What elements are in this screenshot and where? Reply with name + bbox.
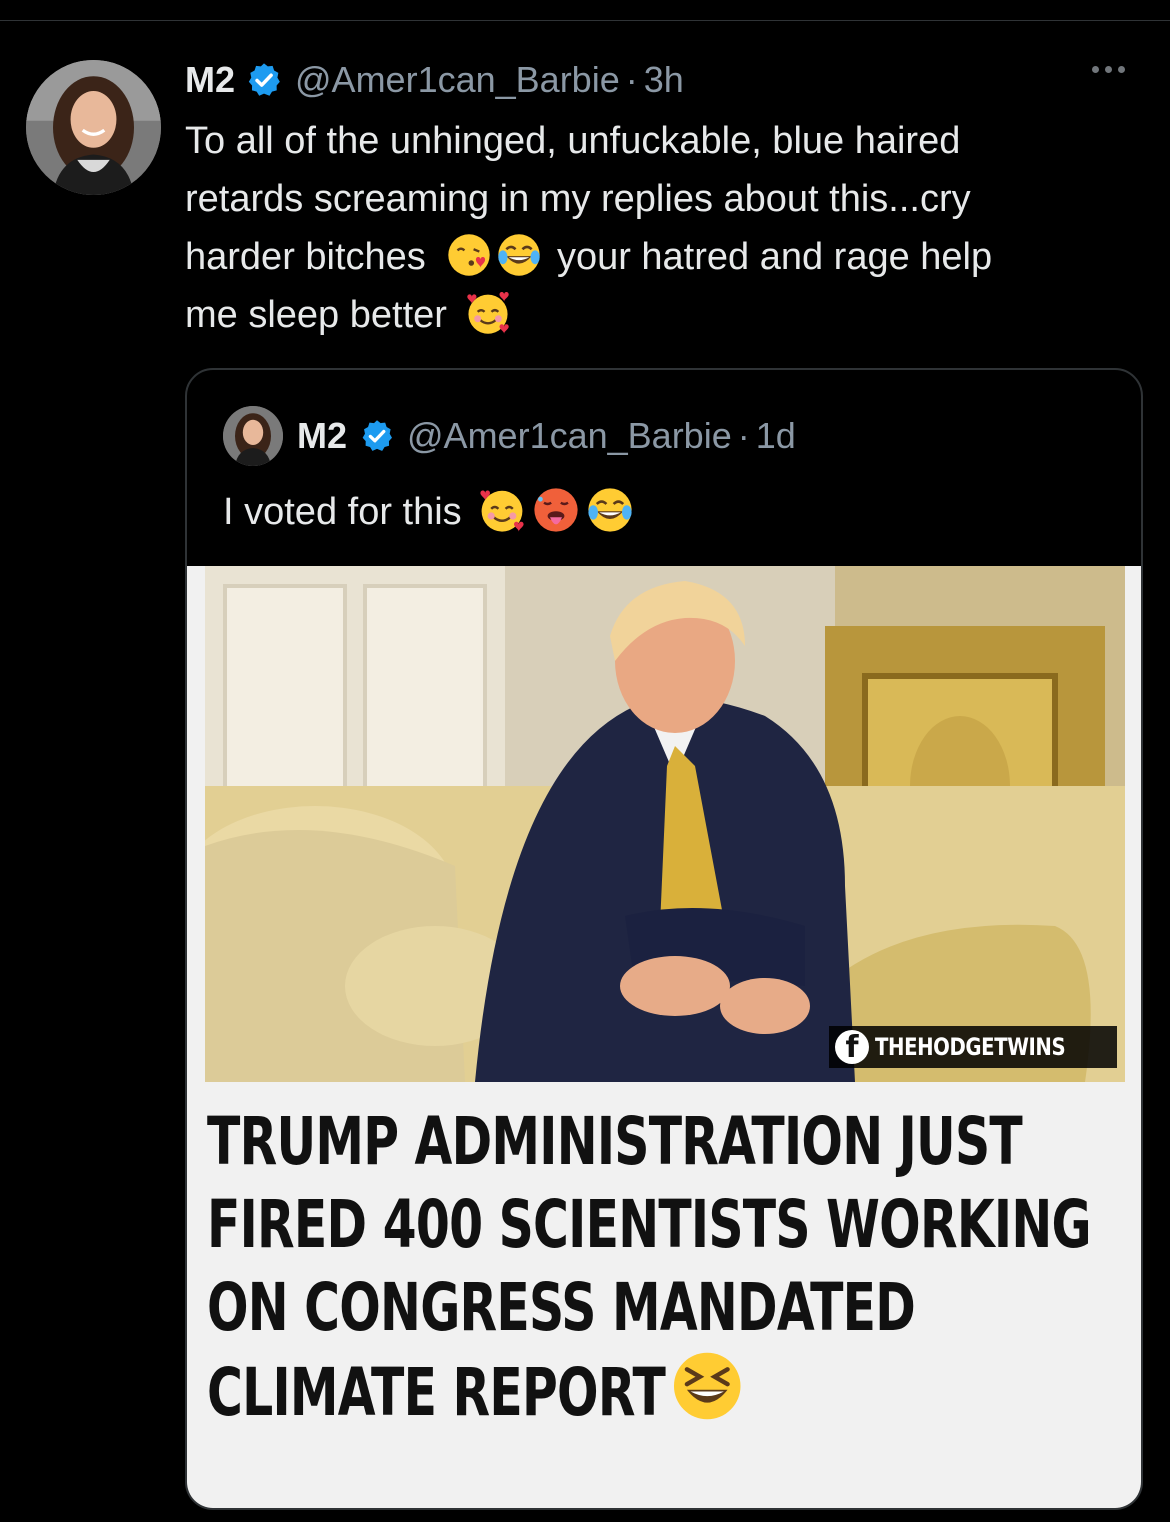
facebook-icon: f [835, 1030, 869, 1065]
hot-face-icon [532, 486, 580, 534]
quoted-tweet-text-segment: I voted for this [223, 491, 462, 533]
quoted-tweet-media[interactable]: f THEHODGETWINS TRUMP ADMINISTRATION JUS… [187, 566, 1141, 1508]
separator-dot: · [625, 59, 638, 100]
quoted-tweet-card[interactable]: M2 @Amer1can_Barbie · 1d I voted for thi… [185, 368, 1143, 1510]
headline-line: TRUMP ADMINISTRATION JUST [207, 1103, 1023, 1180]
news-photo: f THEHODGETWINS [205, 566, 1125, 1082]
watermark: f THEHODGETWINS [829, 1026, 1117, 1068]
tears-of-joy-icon [496, 232, 542, 278]
tweet-text: To all of the unhinged, unfuckable, blue… [185, 112, 1145, 344]
tweet-text-segment: me sleep better [185, 294, 447, 336]
author-name[interactable]: M2 [185, 59, 235, 101]
quoted-author-handle: @Amer1can_Barbie [407, 415, 732, 456]
top-divider [0, 20, 1170, 21]
smiling-face-with-hearts-icon [478, 486, 526, 534]
watermark-text: THEHODGETWINS [875, 1033, 1066, 1061]
tweet-text-line: me sleep better [185, 286, 1145, 344]
author-avatar[interactable] [26, 60, 161, 195]
grinning-squinting-face-icon [670, 1349, 744, 1423]
tears-of-joy-icon [586, 486, 634, 534]
more-options-icon[interactable] [1092, 66, 1125, 73]
tweet-header: M2 @Amer1can_Barbie · 3h [185, 58, 684, 102]
headline-line: FIRED 400 SCIENTISTS WORKING [207, 1186, 1092, 1263]
face-blowing-kiss-icon [446, 232, 492, 278]
headline-line: CLIMATE REPORT [207, 1349, 888, 1434]
smiling-face-with-hearts-icon [465, 290, 511, 336]
headline-text: CLIMATE REPORT [207, 1354, 666, 1431]
quoted-tweet-timestamp: 1d [755, 415, 796, 456]
tweet-text-line: harder bitches your hatred and rage help [185, 228, 1145, 286]
tweet-text-segment: your hatred and rage help [556, 236, 993, 278]
quoted-author-avatar [223, 406, 283, 466]
tweet-timestamp[interactable]: 3h [644, 59, 684, 101]
author-handle[interactable]: @Amer1can_Barbie [295, 59, 620, 101]
news-headline: TRUMP ADMINISTRATION JUST FIRED 400 SCIE… [207, 1100, 1127, 1434]
quoted-tweet-header: M2 @Amer1can_Barbie · 1d [223, 406, 796, 466]
quoted-tweet-text: I voted for this [223, 486, 634, 538]
tweet-text-segment: harder bitches [185, 236, 426, 278]
headline-line: ON CONGRESS MANDATED [207, 1269, 916, 1346]
verified-badge-icon [245, 61, 283, 99]
quoted-author-name: M2 [297, 415, 348, 456]
verified-badge-icon [359, 418, 395, 454]
tweet-text-line: retards screaming in my replies about th… [185, 178, 971, 220]
separator-dot: · [737, 415, 750, 456]
tweet-text-line: To all of the unhinged, unfuckable, blue… [185, 120, 961, 162]
